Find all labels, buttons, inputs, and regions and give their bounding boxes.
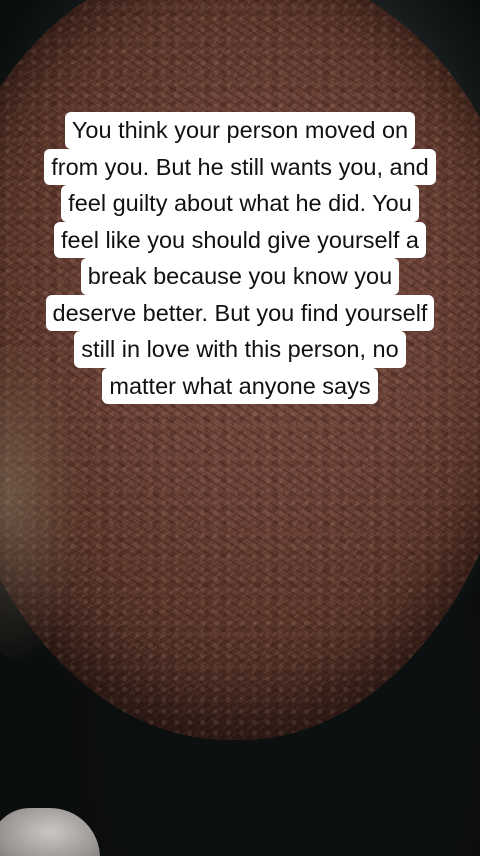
caption-line: feel like you should give yourself a [54, 221, 426, 258]
caption-line: You think your person moved on [64, 112, 416, 149]
caption-line: deserve better. But you find yourself [45, 294, 435, 331]
caption-line: feel guilty about what he did. You [61, 185, 419, 222]
caption-line: break because you know you [80, 258, 400, 295]
caption-line: still in love with this person, no [74, 331, 406, 368]
caption-line: from you. But he still wants you, and [44, 148, 436, 185]
photo-background: You think your person moved on from you.… [0, 0, 480, 856]
caption-line: matter what anyone says [102, 367, 378, 404]
caption-overlay: You think your person moved on from you.… [0, 112, 480, 404]
